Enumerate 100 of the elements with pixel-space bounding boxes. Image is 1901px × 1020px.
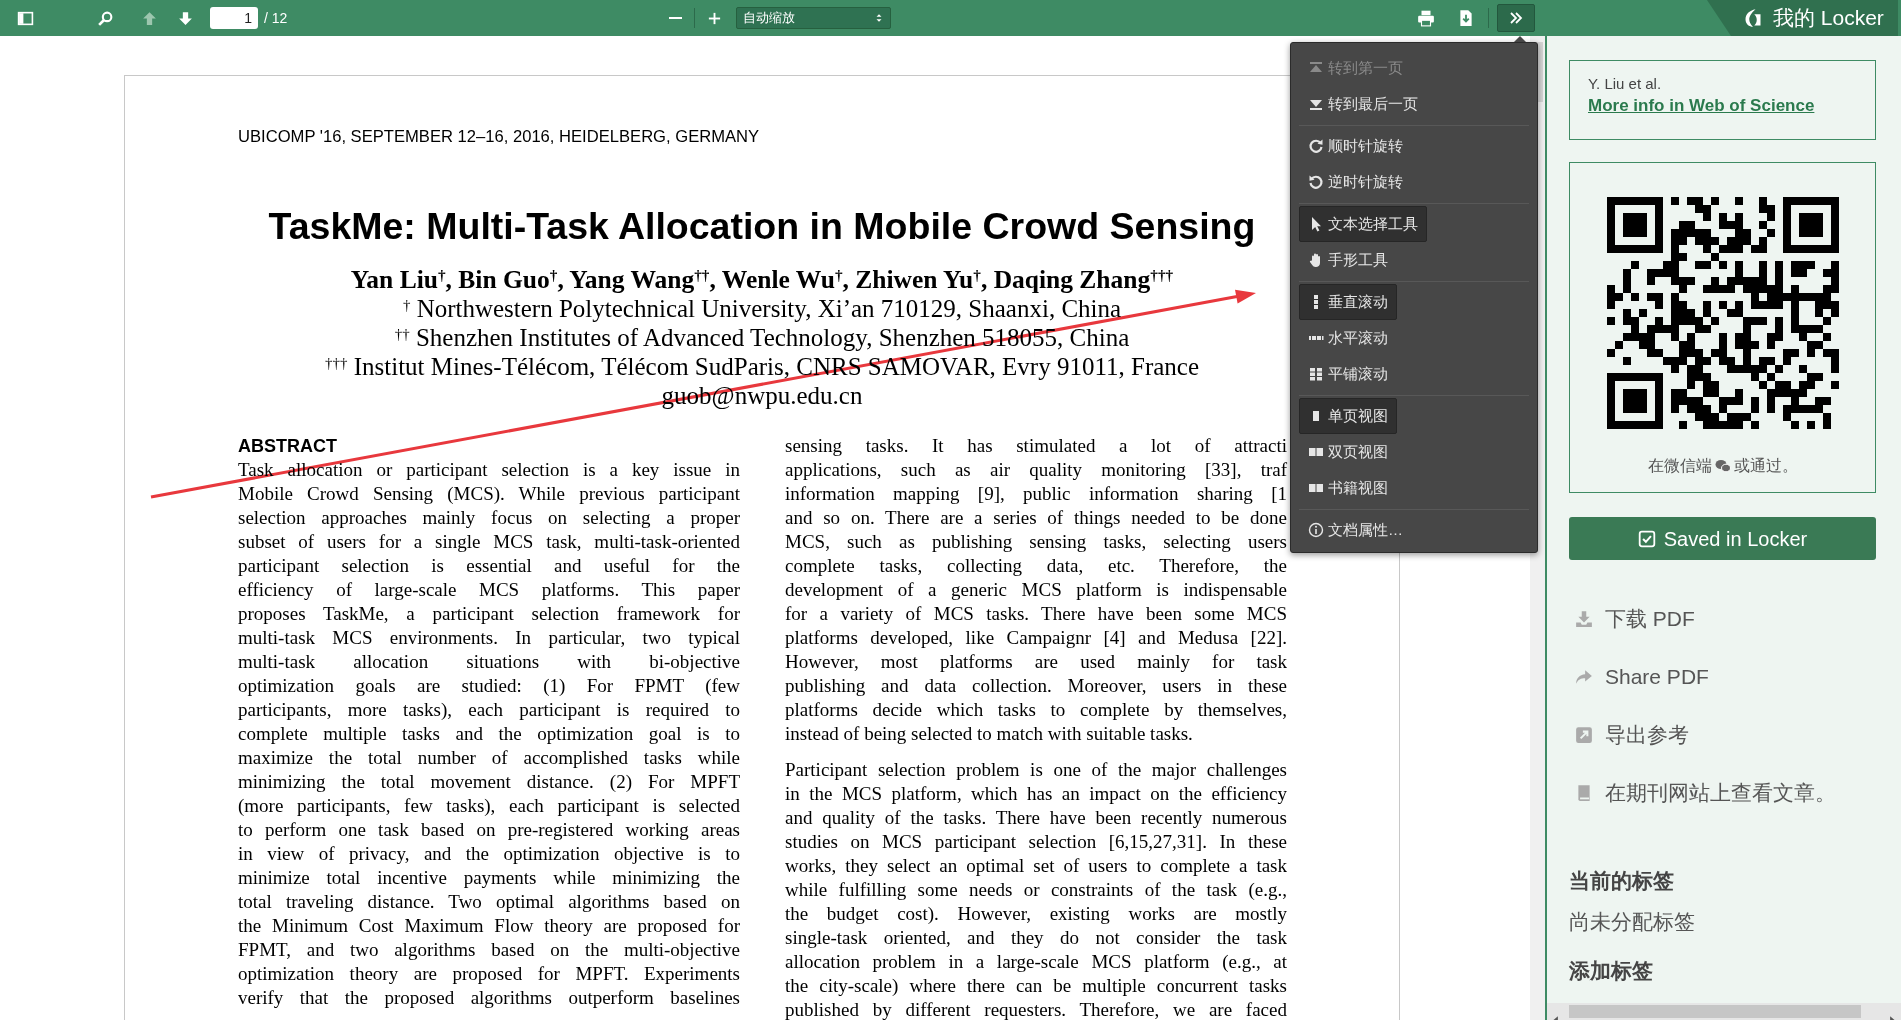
paragraph-line: complete tasks, collecting data, etc. Therefore, the bbox=[785, 554, 1287, 578]
sidebar-link[interactable]: Share PDF bbox=[1569, 657, 1709, 697]
paragraph-line: complete multiple tasks and the optimization goal is to bbox=[238, 722, 740, 746]
paragraph-line: proposes TaskMe, a participant selection framework for bbox=[238, 602, 740, 626]
sidebar-link[interactable]: 导出参考 bbox=[1569, 715, 1689, 755]
paragraph-line: However, most platforms are used mainly for task bbox=[785, 650, 1287, 674]
author-text: Y. Liu et al. bbox=[1588, 74, 1663, 94]
leaf-logo-icon bbox=[1743, 8, 1763, 28]
info-icon bbox=[1308, 522, 1324, 538]
paragraph-line: and so on. There are a series of things needed to be done bbox=[785, 506, 1287, 530]
paragraph-line: multi-task MCS environments. In particular, two typical bbox=[238, 626, 740, 650]
paragraph-line: subset of users for a single MCS task, multi-task-oriented bbox=[238, 530, 740, 554]
paragraph-line: and quality of the tasks. There have been recently numerous bbox=[785, 806, 1287, 830]
horizontal-scrollbar[interactable] bbox=[1547, 1003, 1901, 1020]
paragraph-line: optimization goals are studied: (1) For FPMT (few bbox=[238, 674, 740, 698]
page-count: / 12 bbox=[264, 8, 289, 28]
paper-title: TaskMe: Multi-Task Allocation in Mobile Crowd Sensing bbox=[268, 204, 1256, 248]
paragraph-line: instead of being selected to match with suitable tasks. bbox=[785, 722, 1194, 746]
plus-icon bbox=[706, 10, 722, 26]
paragraph-line: Mobile Crowd Sensing (MCS). While previous participant bbox=[238, 482, 740, 506]
menu-item[interactable]: 水平滚动 bbox=[1291, 320, 1537, 356]
menu-item[interactable]: 文本选择工具 bbox=[1299, 206, 1427, 242]
double-chevron-icon bbox=[1508, 10, 1524, 26]
paragraph-line: total traveling distance. Two optimal algorithms based on bbox=[238, 890, 740, 914]
paragraph-line: FPMT, and two algorithms based on the multi-objective bbox=[238, 938, 740, 962]
paragraph-line: in the MCS platform, which has an impact on the efficiency bbox=[785, 782, 1287, 806]
printer-icon bbox=[1417, 9, 1435, 27]
paragraph-line: verify that the proposed algorithms outperform baselines bbox=[238, 986, 740, 1010]
chat-bubbles-icon bbox=[1714, 458, 1731, 474]
paragraph-line: while fulfilling some needs or constraints of the task (e.g., bbox=[785, 878, 1287, 902]
counterclockwise-arrow-icon bbox=[1308, 174, 1324, 190]
paragraph-line: to perform one task based on pre-registered working areas bbox=[238, 818, 740, 842]
arrow-up-icon bbox=[140, 9, 158, 27]
menu-item[interactable]: 书籍视图 bbox=[1291, 470, 1537, 506]
clockwise-arrow-icon bbox=[1308, 138, 1324, 154]
menu-item[interactable]: 单页视图 bbox=[1299, 398, 1397, 434]
paragraph-line: information mapping [9], public information sharing [1 bbox=[785, 482, 1287, 506]
paragraph-line: publishing and data collection. Moreover, users in these bbox=[785, 674, 1287, 698]
paragraph-line: single-task oriented, and they do not consider the task bbox=[785, 926, 1287, 950]
book-icon bbox=[1575, 784, 1593, 802]
tools-menu-button[interactable] bbox=[1497, 4, 1535, 32]
paragraph-line: published by different requesters. Therefore, we are faced bbox=[785, 998, 1287, 1020]
section-heading: 添加标签 bbox=[1569, 958, 1654, 984]
sidebar-link[interactable]: 在期刊网站上查看文章。 bbox=[1569, 773, 1836, 813]
paragraph-line: multi-task allocation situations with bi-objective bbox=[238, 650, 740, 674]
paragraph-line: (more participants, few tasks), each participant is selected bbox=[238, 794, 740, 818]
paragraph-line: Participant selection problem is one of the major challenges bbox=[785, 758, 1287, 782]
menu-item[interactable]: 顺时针旋转 bbox=[1291, 128, 1537, 164]
page-number-field[interactable]: 1 bbox=[210, 7, 258, 29]
caption-text: 或通过。 bbox=[1733, 456, 1798, 476]
paragraph-line: allocation problem in a large-scale MCS platform (e.g., at bbox=[785, 950, 1287, 974]
paragraph-line: Task allocation or participant selection is a key issue in bbox=[238, 458, 740, 482]
paragraph-line: development of a generic MCS platform is indispensable bbox=[785, 578, 1287, 602]
menu-item[interactable]: 文档属性… bbox=[1291, 512, 1537, 548]
web-of-science-link[interactable]: More info in Web of Science bbox=[1588, 95, 1815, 117]
paragraph-line: the budget cost). However, existing works are mostly bbox=[785, 902, 1287, 926]
paragraph-line: participant selection is essential and useful for the bbox=[238, 554, 740, 578]
paragraph-line: participants, more tasks), each participant is required to bbox=[238, 698, 740, 722]
check-square-icon bbox=[1637, 529, 1656, 548]
affiliation: $^{†}$ Northwestern Polytechnical University, Xi’an 710129, Shaanxi, China bbox=[402, 294, 1122, 323]
grid-icon bbox=[1308, 366, 1324, 382]
paragraph-line: the city-scale) where there can be multiple concurrent tasks bbox=[785, 974, 1287, 998]
menu-item[interactable]: 平铺滚动 bbox=[1291, 356, 1537, 392]
document-arrow-icon bbox=[1457, 9, 1475, 27]
paragraph-line: minimize total incentive payments while minimizing the bbox=[238, 866, 740, 890]
caption-text: 在微信端 bbox=[1647, 456, 1712, 476]
sidebar-link[interactable]: 下载 PDF bbox=[1569, 599, 1695, 639]
paragraph-line: minimizing the total movement distance. (2) For MPFT bbox=[238, 770, 740, 794]
menu-item[interactable]: 逆时针旋转 bbox=[1291, 164, 1537, 200]
paragraph-line: efficiency of large-scale MCS platforms. This paper bbox=[238, 578, 740, 602]
menu-item[interactable]: 转到最后一页 bbox=[1291, 86, 1537, 122]
paragraph-line: studies on MCS participant selection [6,15,27,31]. In these bbox=[785, 830, 1287, 854]
zoom-select[interactable]: 自动缩放 bbox=[736, 7, 891, 29]
paragraph-line: sensing tasks. It has stimulated a lot of attracti bbox=[785, 434, 1287, 458]
paragraph-line: works, they select an optimal set of users to complete a task bbox=[785, 854, 1287, 878]
minus-icon bbox=[668, 17, 682, 19]
paragraph-line: platforms decide which tasks to complete by themselves, bbox=[785, 698, 1287, 722]
paragraph-line: optimization theory are proposed for MPFT. Experiments bbox=[238, 962, 740, 986]
running-head: UBICOMP '16, SEPTEMBER 12–16, 2016, HEIDELBERG, GERMANY bbox=[238, 126, 760, 147]
locker-tab[interactable]: 我的 Locker bbox=[1707, 0, 1898, 36]
author-list: Yan Liu$^{†}$, Bin Guo$^{†}$, Yang Wang$^{††}$, Wenle Wu$^{†}$, Zhiwen Yu$^{†}$, Daqing Zhang$^{†††}$ bbox=[350, 265, 1174, 294]
scrollbar-thumb[interactable] bbox=[1569, 1005, 1861, 1018]
paragraph-line: selection approaches mainly focus on selecting a proper bbox=[238, 506, 740, 530]
paragraph-line: for a variety of MCS tasks. There have been some MCS bbox=[785, 602, 1287, 626]
download-tray-icon bbox=[1575, 610, 1593, 628]
paragraph-line: in view of privacy, and the optimization objective is to bbox=[238, 842, 740, 866]
saved-button[interactable]: Saved in Locker bbox=[1569, 517, 1876, 560]
paragraph-line: platforms developed, like Campaignr [4] and Medusa [22]. bbox=[785, 626, 1287, 650]
empty-tags-text: 尚未分配标签 bbox=[1569, 909, 1696, 935]
search-icon bbox=[96, 9, 114, 27]
paragraph-line: MCS, such as publishing sensing tasks, selecting users bbox=[785, 530, 1287, 554]
share-arrow-icon bbox=[1575, 668, 1593, 686]
paragraph-line: the Minimum Cost Maximum Flow theory are proposed for bbox=[238, 914, 740, 938]
section-heading: ABSTRACT bbox=[238, 435, 338, 458]
menu-item[interactable]: 手形工具 bbox=[1291, 242, 1537, 278]
menu-item[interactable]: 垂直滚动 bbox=[1299, 284, 1397, 320]
menu-item[interactable]: 双页视图 bbox=[1291, 434, 1537, 470]
caret-icon bbox=[874, 13, 884, 23]
paragraph-line: applications, such as air quality monitoring [33], traf bbox=[785, 458, 1287, 482]
sidebar-icon bbox=[16, 9, 34, 27]
